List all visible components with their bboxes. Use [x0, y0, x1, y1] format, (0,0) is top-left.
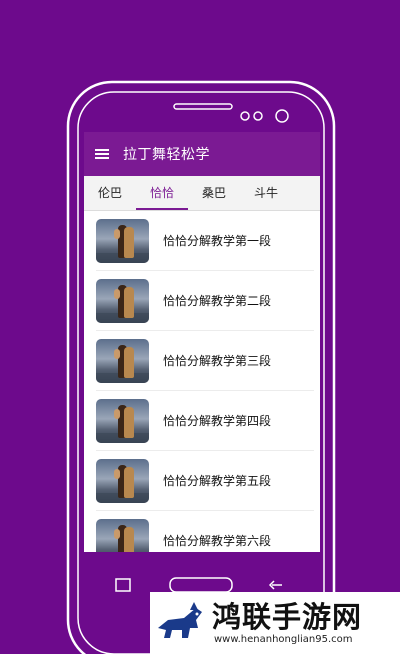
lesson-list: 恰恰分解教学第一段 恰恰分解教学第二段 恰恰分解教学第三段 恰恰分解教学第四段 …	[84, 211, 320, 552]
video-thumbnail	[96, 458, 149, 503]
app-title: 拉丁舞轻松学	[123, 147, 210, 163]
app-bar: 拉丁舞轻松学	[84, 132, 320, 176]
list-item[interactable]: 恰恰分解教学第四段	[96, 391, 314, 451]
list-item-label: 恰恰分解教学第三段	[163, 354, 272, 368]
watermark: 鸿联手游网 www.henanhonglian95.com	[150, 592, 400, 654]
list-item-label: 恰恰分解教学第五段	[163, 474, 272, 488]
list-item[interactable]: 恰恰分解教学第五段	[96, 451, 314, 511]
video-thumbnail	[96, 338, 149, 383]
list-item-label: 恰恰分解教学第四段	[163, 414, 272, 428]
app-screen: 拉丁舞轻松学 伦巴 恰恰 桑巴 斗牛 恰恰分解教学第一段 恰恰分解教学第二段 恰…	[84, 132, 320, 552]
video-thumbnail	[96, 398, 149, 443]
list-item-label: 恰恰分解教学第六段	[163, 534, 272, 548]
tab-bar: 伦巴 恰恰 桑巴 斗牛	[84, 176, 320, 211]
list-item[interactable]: 恰恰分解教学第一段	[96, 211, 314, 271]
tab-samba[interactable]: 桑巴	[188, 176, 240, 210]
video-thumbnail	[96, 218, 149, 263]
tab-rumba[interactable]: 伦巴	[84, 176, 136, 210]
watermark-title: 鸿联手游网	[212, 600, 363, 634]
tab-paso-doble[interactable]: 斗牛	[240, 176, 292, 210]
tab-chacha[interactable]: 恰恰	[136, 176, 188, 210]
watermark-url: www.henanhonglian95.com	[214, 634, 353, 645]
list-item[interactable]: 恰恰分解教学第六段	[96, 511, 314, 552]
menu-icon[interactable]	[95, 149, 109, 159]
video-thumbnail	[96, 518, 149, 552]
list-item[interactable]: 恰恰分解教学第二段	[96, 271, 314, 331]
bull-logo-icon	[158, 602, 202, 638]
list-item-label: 恰恰分解教学第二段	[163, 294, 272, 308]
video-thumbnail	[96, 278, 149, 323]
list-item[interactable]: 恰恰分解教学第三段	[96, 331, 314, 391]
list-item-label: 恰恰分解教学第一段	[163, 234, 272, 248]
